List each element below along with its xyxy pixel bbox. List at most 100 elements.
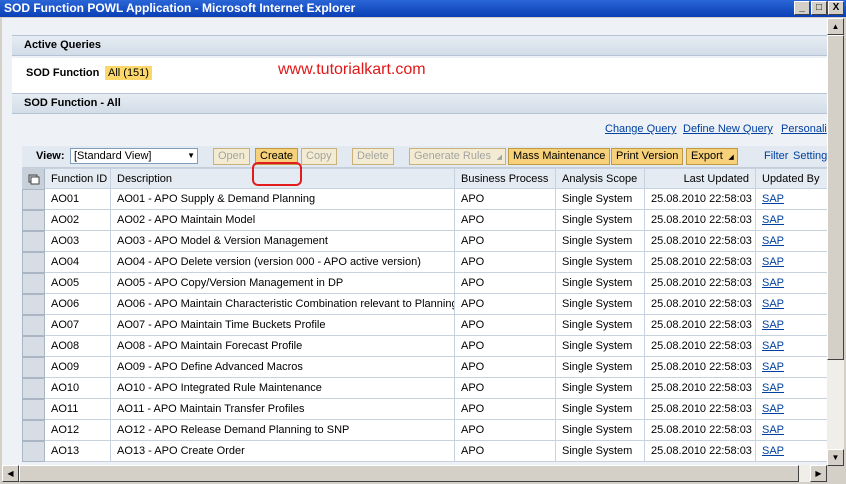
row-selector[interactable] [22,273,45,294]
row-selector[interactable] [22,189,45,210]
cell-function-id: AO05 [45,273,111,294]
cell-updated-by[interactable]: SAP [756,189,827,210]
table-row[interactable]: AO07 AO07 - APO Maintain Time Buckets Pro… [22,315,827,336]
updated-by-link[interactable]: SAP [762,340,784,352]
table-row[interactable]: AO06 AO06 - APO Maintain Characteristic C… [22,294,827,315]
cell-updated-by[interactable]: SAP [756,420,827,441]
scroll-left-icon[interactable]: ◀ [2,465,19,482]
row-selector[interactable] [22,315,45,336]
column-header-business-process[interactable]: Business Process [455,169,556,190]
print-version-button[interactable]: Print Version [611,148,684,165]
cell-last-updated-text: 25.08.2010 22:58:03 [651,361,752,373]
updated-by-link[interactable]: SAP [762,214,784,226]
horizontal-scrollbar[interactable]: ◀ ▶ [2,465,827,482]
scroll-right-icon[interactable]: ▶ [810,465,827,482]
updated-by-link[interactable]: SAP [762,424,784,436]
view-select[interactable]: [Standard View] ▼ [70,148,198,164]
table-row[interactable]: AO04 AO04 - APO Delete version (version 0… [22,252,827,273]
row-selector[interactable] [22,231,45,252]
table-row[interactable]: AO12 AO12 - APO Release Demand Planning t… [22,420,827,441]
table-row[interactable]: AO13 AO13 - APO Create Order APO Single Sys… [22,441,827,462]
updated-by-link[interactable]: SAP [762,298,784,310]
updated-by-link[interactable]: SAP [762,361,784,373]
delete-button[interactable]: Delete [352,148,394,165]
cell-description: AO05 - APO Copy/Version Management in DP [111,273,455,294]
updated-by-link[interactable]: SAP [762,382,784,394]
row-selector[interactable] [22,357,45,378]
row-selector[interactable] [22,336,45,357]
updated-by-link[interactable]: SAP [762,319,784,331]
column-header-updated-by[interactable]: Updated By [756,169,827,190]
table-row[interactable]: AO03 AO03 - APO Model & Version Managemen… [22,231,827,252]
cell-updated-by[interactable]: SAP [756,441,827,462]
cell-updated-by[interactable]: SAP [756,210,827,231]
cell-updated-by[interactable]: SAP [756,336,827,357]
column-header-function-id[interactable]: Function ID [45,169,111,190]
row-selector[interactable] [22,294,45,315]
maximize-button[interactable]: □ [811,1,827,15]
filter-link[interactable]: Filter [764,150,788,162]
dropdown-arrow-icon: ◢ [496,154,503,161]
copy-button[interactable]: Copy [301,148,337,165]
cell-description-text: AO07 - APO Maintain Time Buckets Profile [117,319,326,331]
cell-updated-by[interactable]: SAP [756,252,827,273]
row-selector[interactable] [22,210,45,231]
minimize-button[interactable]: _ [794,1,810,15]
generate-rules-button[interactable]: Generate Rules ◢ [409,148,507,165]
cell-analysis-scope-text: Single System [562,235,633,247]
cell-updated-by[interactable]: SAP [756,231,827,252]
cell-updated-by[interactable]: SAP [756,378,827,399]
change-query-link[interactable]: Change Query [605,123,677,135]
table-row[interactable]: AO08 AO08 - APO Maintain Forecast Profile… [22,336,827,357]
table-row[interactable]: AO11 AO11 - APO Maintain Transfer Profile… [22,399,827,420]
query-all-badge[interactable]: All (151) [105,66,152,80]
select-all-icon[interactable] [22,169,45,190]
scroll-down-icon[interactable]: ▼ [827,449,844,466]
horizontal-scroll-thumb[interactable] [19,465,799,482]
settings-link[interactable]: Setting [793,150,827,162]
cell-updated-by[interactable]: SAP [756,294,827,315]
cell-business-process: APO [455,441,556,462]
row-selector[interactable] [22,420,45,441]
cell-analysis-scope: Single System [556,294,645,315]
updated-by-link[interactable]: SAP [762,445,784,457]
cell-updated-by[interactable]: SAP [756,357,827,378]
table-row[interactable]: AO01 AO01 - APO Supply & Demand Planning A… [22,189,827,210]
row-selector[interactable] [22,399,45,420]
row-selector[interactable] [22,378,45,399]
mass-maintenance-button[interactable]: Mass Maintenance [508,148,611,165]
table-row[interactable]: AO02 AO02 - APO Maintain Model APO Single S… [22,210,827,231]
define-new-query-link[interactable]: Define New Query [683,123,773,135]
cell-updated-by[interactable]: SAP [756,315,827,336]
table-row[interactable]: AO10 AO10 - APO Integrated Rule Maintenan… [22,378,827,399]
updated-by-link[interactable]: SAP [762,256,784,268]
cell-description-text: AO12 - APO Release Demand Planning to SN… [117,424,350,436]
column-header-analysis-scope[interactable]: Analysis Scope [556,169,645,190]
personalize-link[interactable]: Personali [781,123,827,135]
cell-analysis-scope-text: Single System [562,403,633,415]
updated-by-link[interactable]: SAP [762,235,784,247]
column-header-last-updated[interactable]: Last Updated [645,169,756,190]
vertical-scrollbar[interactable]: ▲ ▼ [827,18,844,466]
open-button[interactable]: Open [213,148,250,165]
row-selector[interactable] [22,252,45,273]
updated-by-link[interactable]: SAP [762,277,784,289]
cell-updated-by[interactable]: SAP [756,399,827,420]
updated-by-link[interactable]: SAP [762,193,784,205]
cell-description: AO06 - APO Maintain Characteristic Combi… [111,294,455,315]
table-row[interactable]: AO05 AO05 - APO Copy/Version Management i… [22,273,827,294]
vertical-scroll-thumb[interactable] [827,35,844,360]
row-selector[interactable] [22,441,45,462]
close-button[interactable]: X [828,1,844,15]
cell-analysis-scope-text: Single System [562,361,633,373]
cell-analysis-scope-text: Single System [562,298,633,310]
updated-by-link[interactable]: SAP [762,403,784,415]
export-button[interactable]: Export ◢ [686,148,738,165]
cell-updated-by[interactable]: SAP [756,273,827,294]
cell-business-process-text: APO [461,319,485,331]
cell-function-id: AO09 [45,357,111,378]
scroll-up-icon[interactable]: ▲ [827,18,844,35]
table-row[interactable]: AO09 AO09 - APO Define Advanced Macros APO… [22,357,827,378]
cell-description: AO10 - APO Integrated Rule Maintenance [111,378,455,399]
cell-analysis-scope-text: Single System [562,445,633,457]
